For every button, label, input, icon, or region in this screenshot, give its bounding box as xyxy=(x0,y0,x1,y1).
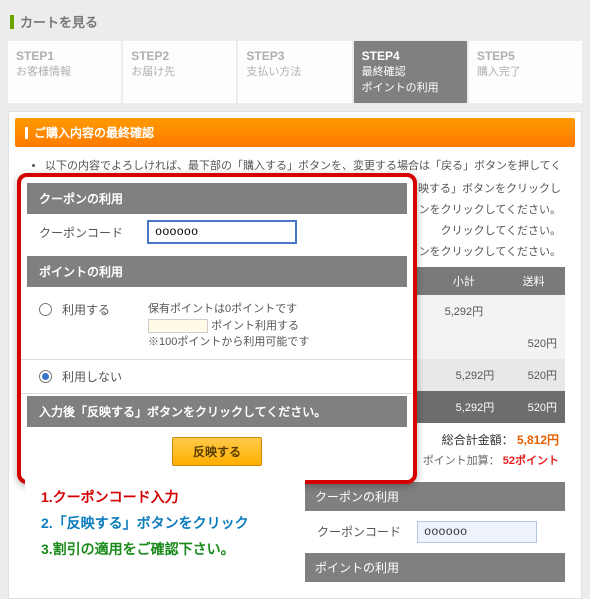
intro-bullet: 以下の内容でよろしければ、最下部の「購入する」ボタンを、変更する場合は「戻る」ボ… xyxy=(45,157,565,173)
radio-icon xyxy=(39,303,52,316)
apply-instruction: 入力後「反映する」ボタンをクリックしてください。 xyxy=(27,396,407,427)
step-3: STEP3 支払い方法 xyxy=(238,41,351,103)
bottom-coupon-input[interactable] xyxy=(417,521,537,543)
coupon-header: クーポンの利用 xyxy=(27,183,407,214)
points-amount-input[interactable] xyxy=(148,319,208,333)
points-header: ポイントの利用 xyxy=(27,256,407,287)
bottom-coupon-section: クーポンの利用 クーポンコード ポイントの利用 xyxy=(305,482,565,582)
use-points-option[interactable]: 利用する 保有ポイントは0ポイントです ポイント利用する ※100ポイントから利… xyxy=(21,293,413,360)
step-4-current: STEP4 最終確認 ポイントの利用 xyxy=(354,41,467,103)
coupon-code-input[interactable] xyxy=(147,220,297,244)
step-1: STEP1 お客様情報 xyxy=(8,41,121,103)
section-header: ご購入内容の最終確認 xyxy=(15,118,575,147)
coupon-callout: クーポンの利用 クーポンコード ポイントの利用 利用する 保有ポイントは0ポイン… xyxy=(17,173,417,484)
page-title: カートを見る xyxy=(20,12,98,31)
instruction-list: 1.クーポンコード入力 2.「反映する」ボタンをクリック 3.割引の適用をご確認… xyxy=(25,476,305,562)
page-title-bar: カートを見る xyxy=(8,8,582,41)
radio-icon xyxy=(39,370,52,383)
checkout-steps: STEP1 お客様情報 STEP2 お届け先 STEP3 支払い方法 STEP4… xyxy=(8,41,582,103)
bottom-coupon-label: クーポンコード xyxy=(317,523,401,540)
step-2: STEP2 お届け先 xyxy=(123,41,236,103)
step-5: STEP5 購入完了 xyxy=(469,41,582,103)
no-points-option[interactable]: 利用しない xyxy=(21,360,413,394)
apply-button[interactable]: 反映する xyxy=(172,437,262,466)
coupon-code-label: クーポンコード xyxy=(39,224,129,241)
